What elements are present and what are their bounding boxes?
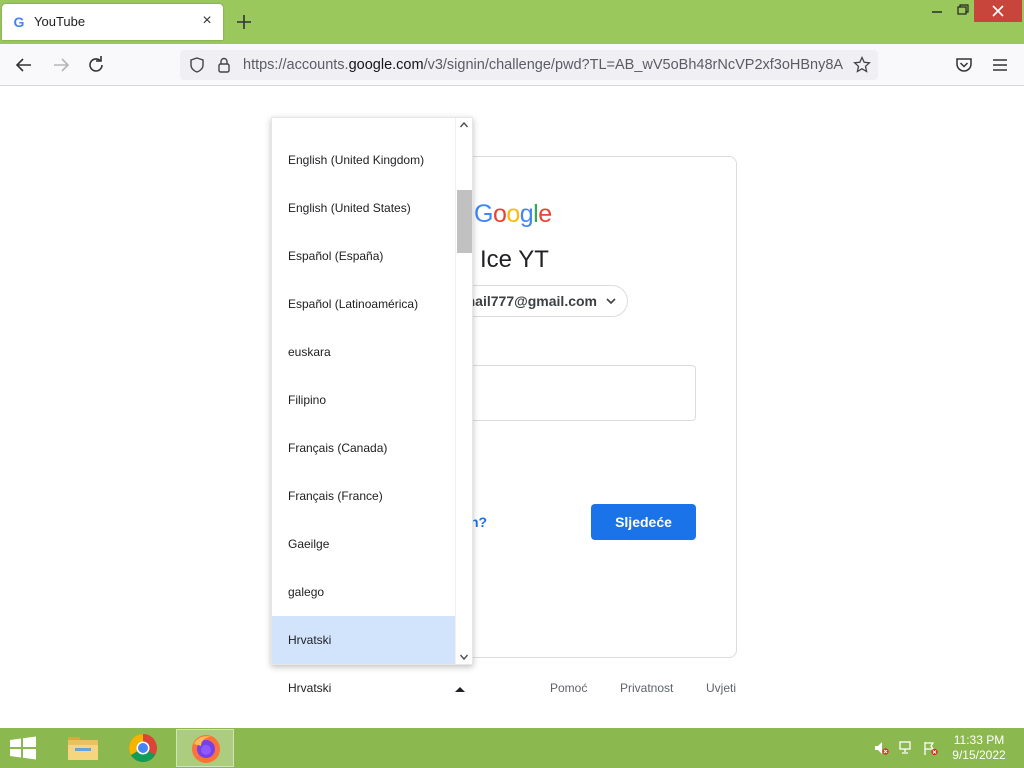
language-option[interactable]: Español (España) — [272, 232, 455, 280]
chevron-down-icon — [606, 298, 616, 305]
language-option[interactable]: English (United Kingdom) — [272, 136, 455, 184]
browser-toolbar: https://accounts.google.com/v3/signin/ch… — [0, 44, 1024, 86]
tracking-shield-icon[interactable] — [188, 56, 206, 74]
network-icon[interactable] — [898, 740, 914, 756]
greeting-name: Ice YT — [480, 246, 549, 273]
reload-icon[interactable] — [85, 54, 107, 76]
language-option[interactable]: euskara — [272, 328, 455, 376]
language-selector[interactable]: Hrvatski — [288, 681, 331, 695]
terms-link[interactable]: Uvjeti — [706, 681, 736, 695]
firefox-taskbar-button[interactable] — [176, 729, 234, 767]
back-arrow-icon[interactable] — [13, 54, 35, 76]
taskbar: 11:33 PM 9/15/2022 — [0, 728, 1024, 768]
close-tab-icon[interactable]: × — [199, 13, 215, 29]
language-option[interactable]: Français (France) — [272, 472, 455, 520]
caret-up-icon[interactable] — [454, 685, 466, 693]
language-option[interactable]: Français (Canada) — [272, 424, 455, 472]
pocket-icon[interactable] — [953, 54, 975, 76]
tab-youtube[interactable]: G YouTube × — [2, 4, 223, 40]
tab-title: YouTube — [34, 14, 86, 29]
browser-tab-bar: G YouTube × — [0, 0, 1024, 44]
forward-arrow-icon[interactable] — [50, 54, 72, 76]
clock-time: 11:33 PM — [953, 733, 1005, 747]
google-logo: Google — [474, 200, 552, 228]
firefox-icon — [192, 735, 220, 763]
privacy-link[interactable]: Privatnost — [620, 681, 673, 695]
scrollbar-thumb[interactable] — [457, 190, 472, 253]
address-bar[interactable]: https://accounts.google.com/v3/signin/ch… — [180, 50, 878, 80]
account-email: nail777@gmail.com — [466, 293, 597, 309]
bookmark-star-icon[interactable] — [853, 56, 871, 74]
url-text: https://accounts.google.com/v3/signin/ch… — [243, 57, 843, 73]
system-clock[interactable]: 11:33 PM 9/15/2022 — [948, 733, 1010, 763]
new-tab-icon[interactable] — [234, 12, 254, 32]
clock-date: 9/15/2022 — [952, 748, 1006, 762]
windows-start-icon[interactable] — [8, 736, 38, 760]
file-explorer-taskbar-button[interactable] — [54, 729, 112, 767]
folder-icon — [68, 737, 98, 760]
volume-muted-icon[interactable] — [873, 740, 889, 756]
language-option[interactable]: Gaeilge — [272, 520, 455, 568]
google-favicon-icon: G — [13, 14, 25, 30]
lock-icon[interactable] — [216, 56, 232, 74]
chrome-taskbar-button[interactable] — [114, 729, 172, 767]
dropdown-scrollbar[interactable] — [455, 118, 472, 664]
next-button[interactable]: Sljedeće — [591, 504, 696, 540]
language-option[interactable]: Español (Latinoamérica) — [272, 280, 455, 328]
language-option[interactable]: English (United States) — [272, 184, 455, 232]
action-center-flag-icon[interactable] — [922, 740, 938, 756]
language-option[interactable]: galego — [272, 568, 455, 616]
chrome-icon — [129, 734, 157, 762]
hamburger-menu-icon[interactable] — [989, 54, 1011, 76]
close-window-icon[interactable] — [974, 0, 1022, 22]
scroll-down-arrow-icon[interactable] — [459, 652, 469, 662]
scroll-up-arrow-icon[interactable] — [459, 120, 469, 130]
language-dropdown-list[interactable]: English (United Kingdom) English (United… — [271, 117, 473, 665]
language-option[interactable]: Filipino — [272, 376, 455, 424]
page-content: Google Ice YT nail777@gmail.com n? Sljed… — [0, 86, 1024, 728]
language-option-selected[interactable]: Hrvatski — [272, 616, 455, 664]
help-link[interactable]: Pomoć — [550, 681, 587, 695]
